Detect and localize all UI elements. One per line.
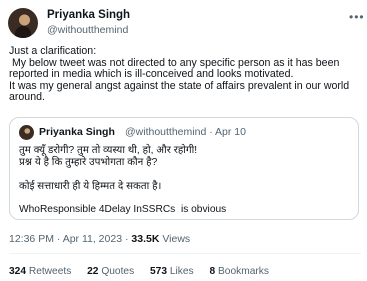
quotes-stat[interactable]: 22 Quotes (87, 266, 134, 277)
views-label: Views (159, 233, 191, 245)
bookmarks-stat[interactable]: 8 Bookmarks (209, 266, 268, 277)
quoted-line: प्रश्न ये है कि तुम्हारे उपभोगता कौन है? (19, 157, 158, 168)
tweet: Priyanka Singh @withoutthemind ••• Just … (0, 0, 367, 281)
quoted-line: WhoResponsible 4Delay InSSRCs is obvious (19, 204, 227, 215)
likes-label: Likes (167, 266, 194, 277)
likes-stat[interactable]: 573 Likes (150, 266, 194, 277)
tweet-meta: 12:36 PM · Apr 11, 2023 · 33.5K Views (9, 233, 190, 245)
retweets-stat[interactable]: 324 Retweets (9, 266, 71, 277)
tweet-line: It was my general angst against the stat… (9, 79, 350, 92)
quoted-tweet[interactable]: Priyanka Singh @withoutthemind · Apr 10 … (9, 117, 359, 220)
tweet-line: Just a clarification: (9, 45, 97, 57)
quoted-handle-date: @withoutthemind · Apr 10 (125, 126, 246, 138)
tweet-line: around. (9, 91, 45, 104)
quotes-count: 22 (87, 266, 99, 277)
author-handle[interactable]: @withoutthemind (47, 24, 128, 36)
views-count: 33.5K (131, 233, 160, 245)
quoted-author-name: Priyanka Singh (39, 126, 115, 138)
timestamp[interactable]: 12:36 PM · Apr 11, 2023 · (9, 233, 131, 245)
bookmarks-label: Bookmarks (215, 266, 269, 277)
quotes-label: Quotes (98, 266, 135, 277)
retweets-count: 324 (9, 266, 26, 277)
quoted-line: कोई सत्ताधारी ही ये हिम्मत दे सकता है। (19, 181, 162, 192)
more-horizontal-icon[interactable]: ••• (349, 10, 365, 24)
author-name[interactable]: Priyanka Singh (47, 9, 130, 21)
divider (9, 253, 361, 254)
engagement-stats: 324 Retweets 22 Quotes 573 Likes 8 Bookm… (9, 266, 282, 277)
tweet-text: Just a clarification: My below tweet was… (9, 45, 361, 104)
quoted-avatar (19, 125, 34, 140)
retweets-label: Retweets (26, 266, 72, 277)
likes-count: 573 (150, 266, 168, 277)
avatar[interactable] (8, 8, 38, 38)
